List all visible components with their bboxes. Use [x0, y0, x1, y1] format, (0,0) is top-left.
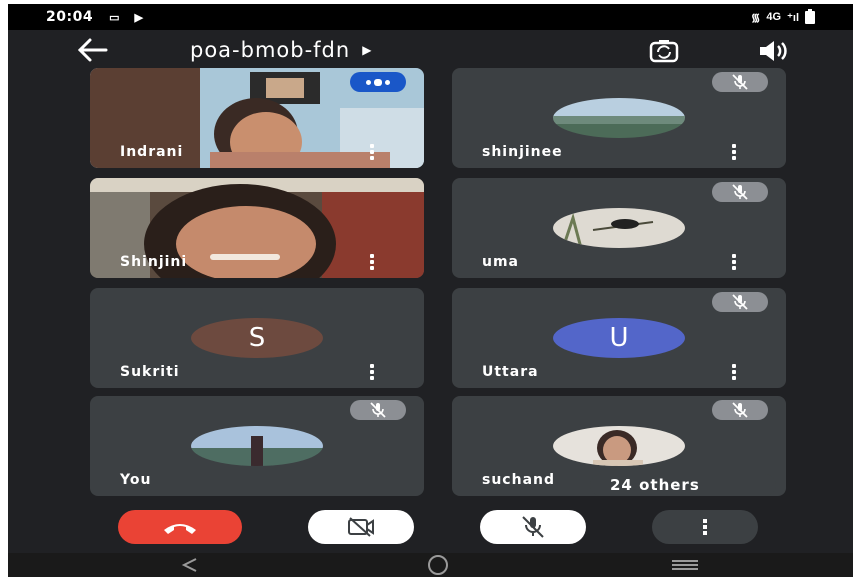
notification-icons: ▭ ▶	[109, 11, 149, 24]
signal-icon: ⁺ıl	[787, 11, 799, 24]
dropdown-caret-icon: ▶	[362, 43, 373, 57]
system-nav-bar	[8, 553, 853, 577]
mic-off-icon	[712, 182, 768, 202]
network-label: 4G	[766, 11, 782, 23]
participant-avatar	[553, 426, 685, 466]
participant-tile-shinjinee[interactable]: shinjinee	[452, 68, 786, 168]
mic-off-icon	[712, 292, 768, 312]
meeting-code: poa-bmob-fdn	[190, 38, 351, 62]
nav-recents-icon	[672, 560, 698, 570]
nav-back-icon	[181, 558, 197, 572]
participant-name: Shinjini	[120, 254, 188, 270]
switch-camera-icon[interactable]	[648, 38, 680, 64]
camera-toggle-button[interactable]	[308, 510, 414, 544]
participant-name: suchand	[482, 472, 556, 488]
participant-avatar	[553, 208, 685, 248]
participant-name: uma	[482, 254, 520, 270]
more-vert-icon[interactable]	[368, 254, 376, 270]
participant-avatar	[553, 98, 685, 138]
status-bar: 20:04 ▭ ▶ ᯾ 4G ⁺ıl	[8, 4, 853, 30]
camera-off-icon	[348, 517, 374, 537]
participant-name: Sukriti	[120, 364, 180, 380]
participant-avatar: U	[553, 318, 685, 358]
volte-icon: ᯾	[751, 11, 761, 24]
participant-tile-uma[interactable]: uma	[452, 178, 786, 278]
more-vert-icon[interactable]	[730, 254, 738, 270]
overflow-menu-icon	[703, 519, 707, 535]
participant-tile-you[interactable]: You	[90, 396, 424, 496]
meeting-header: poa-bmob-fdn ▶	[8, 30, 853, 70]
participant-avatar	[191, 426, 323, 466]
mic-off-icon	[712, 400, 768, 420]
speaking-indicator	[350, 72, 406, 92]
participant-name: shinjinee	[482, 144, 563, 160]
nav-home-icon	[428, 555, 448, 575]
participant-name: Uttara	[482, 364, 539, 380]
mic-off-icon	[350, 400, 406, 420]
status-right: ᯾ 4G ⁺ıl	[751, 8, 815, 25]
participant-tile-sukriti[interactable]: S Sukriti	[90, 288, 424, 388]
participant-tile-indrani[interactable]: Indrani	[90, 68, 424, 168]
participant-name: Indrani	[120, 144, 184, 160]
participant-tile-uttara[interactable]: U Uttara	[452, 288, 786, 388]
meet-screen: 20:04 ▭ ▶ ᯾ 4G ⁺ıl poa-bmob-fdn ▶ Indran…	[8, 4, 853, 577]
call-controls	[8, 510, 853, 554]
speaker-icon[interactable]	[756, 38, 790, 64]
overflow-menu-button[interactable]	[652, 510, 758, 544]
status-time: 20:04	[46, 9, 94, 25]
participant-tile-shinjini[interactable]: Shinjini	[90, 178, 424, 278]
participant-avatar: S	[191, 318, 323, 358]
more-vert-icon[interactable]	[368, 364, 376, 380]
battery-icon	[805, 8, 815, 24]
more-vert-icon[interactable]	[368, 144, 376, 160]
back-arrow-icon[interactable]	[72, 36, 112, 64]
more-vert-icon[interactable]	[730, 144, 738, 160]
participant-name: You	[120, 472, 152, 488]
mic-off-icon	[712, 72, 768, 92]
end-call-button[interactable]	[118, 510, 242, 544]
others-chip[interactable]: 24 others	[590, 474, 776, 496]
meeting-title-button[interactable]: poa-bmob-fdn ▶	[190, 38, 372, 62]
mic-toggle-button[interactable]	[480, 510, 586, 544]
mic-off-icon	[522, 516, 544, 538]
end-call-icon	[164, 524, 196, 534]
more-vert-icon[interactable]	[730, 364, 738, 380]
